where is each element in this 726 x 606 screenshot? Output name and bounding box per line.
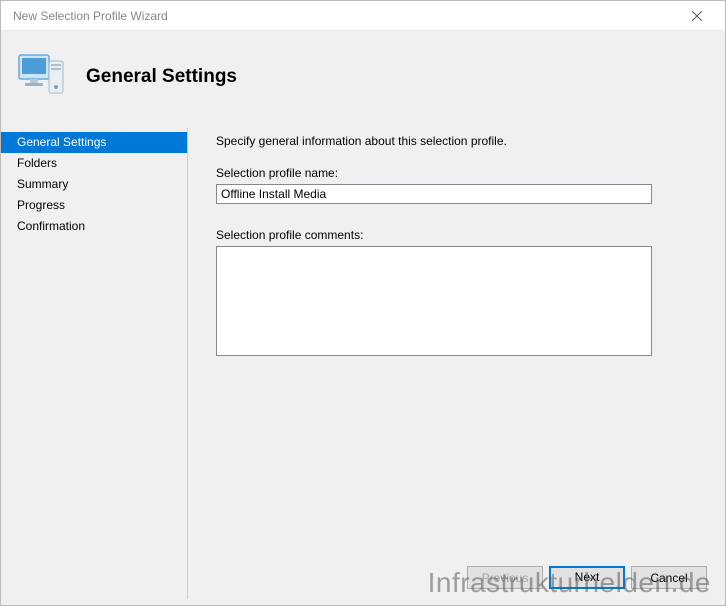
profile-name-input[interactable]	[216, 184, 652, 204]
close-button[interactable]	[677, 2, 717, 30]
content-area: General Settings Folders Summary Progres…	[1, 122, 725, 605]
close-icon	[692, 11, 702, 21]
wizard-header: General Settings	[1, 31, 725, 122]
titlebar: New Selection Profile Wizard	[1, 1, 725, 31]
description-text: Specify general information about this s…	[216, 134, 705, 148]
name-label: Selection profile name:	[216, 166, 705, 180]
previous-button: Previous	[467, 566, 543, 589]
next-button[interactable]: Next	[549, 566, 625, 589]
sidebar-step-general[interactable]: General Settings	[1, 132, 187, 153]
profile-comments-input[interactable]	[216, 246, 652, 356]
wizard-sidebar: General Settings Folders Summary Progres…	[1, 122, 187, 605]
button-row: Previous Next Cancel	[467, 566, 707, 589]
sidebar-step-confirmation[interactable]: Confirmation	[1, 216, 187, 237]
sidebar-step-progress[interactable]: Progress	[1, 195, 187, 216]
computer-icon	[13, 49, 68, 104]
comments-label: Selection profile comments:	[216, 228, 705, 242]
main-panel: Specify general information about this s…	[188, 122, 725, 605]
sidebar-step-summary[interactable]: Summary	[1, 174, 187, 195]
sidebar-step-folders[interactable]: Folders	[1, 153, 187, 174]
cancel-button[interactable]: Cancel	[631, 566, 707, 589]
window-title: New Selection Profile Wizard	[9, 9, 677, 23]
page-title: General Settings	[86, 66, 237, 88]
